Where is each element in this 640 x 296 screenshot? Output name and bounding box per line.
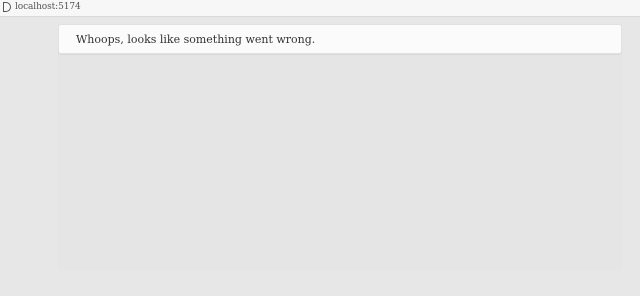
window-title-bar: localhost:5174: [0, 0, 640, 17]
window-title: localhost:5174: [15, 2, 81, 12]
error-alert: Whoops, looks like something went wrong.: [58, 24, 622, 54]
error-message: Whoops, looks like something went wrong.: [76, 33, 316, 46]
document-icon: [3, 2, 11, 12]
main-content: Whoops, looks like something went wrong.: [58, 24, 622, 271]
